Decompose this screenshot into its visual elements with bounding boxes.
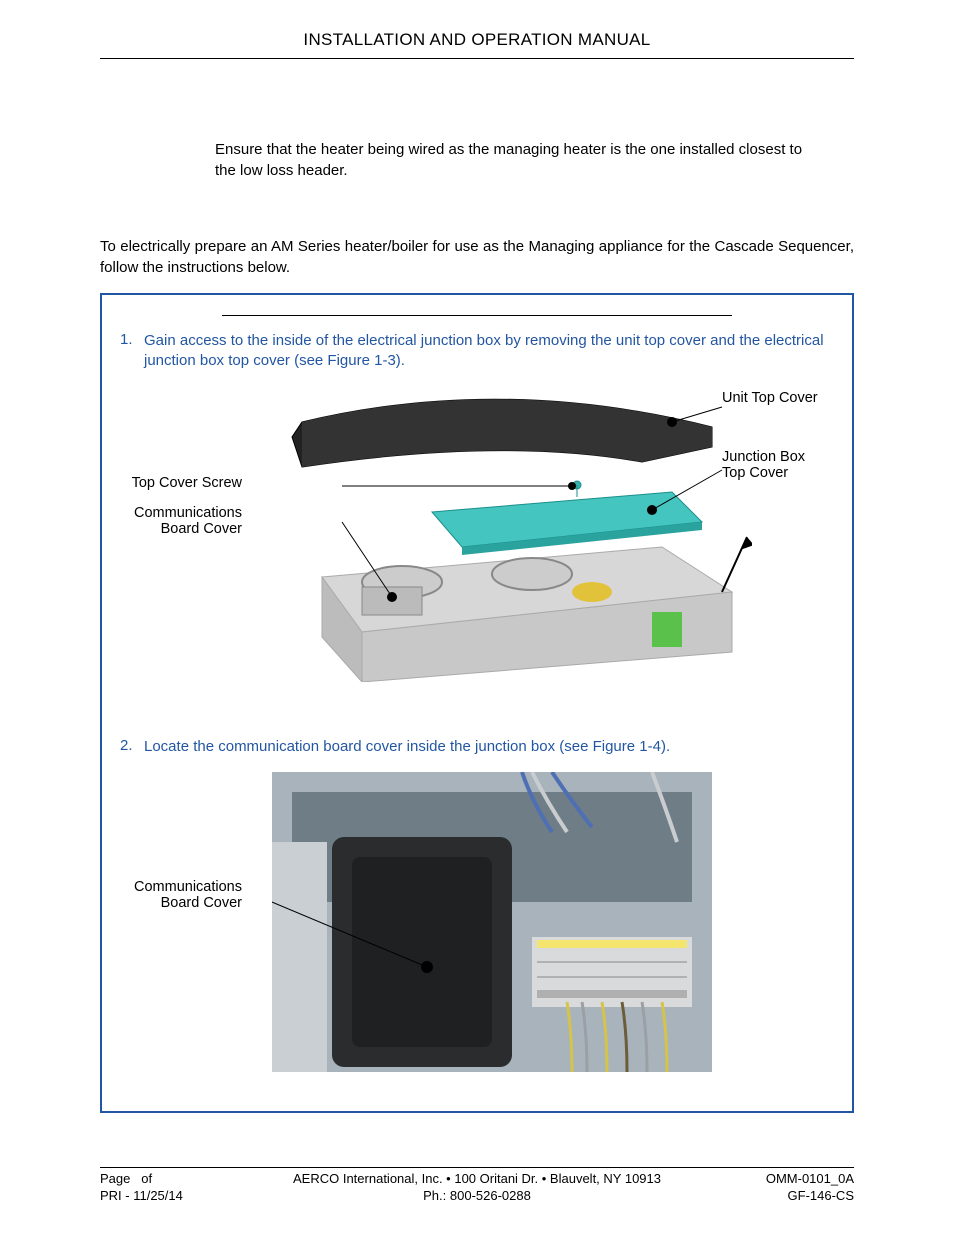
footer-left: Page of PRI - 11/25/14	[100, 1171, 240, 1205]
label-communications-board-cover-2: Communications Board Cover	[112, 879, 242, 912]
step-text: Gain access to the inside of the electri…	[144, 331, 834, 372]
step-2: 2. Locate the communication board cover …	[112, 737, 842, 757]
figure-1-4-svg	[272, 772, 712, 1072]
intro-paragraph: To electrically prepare an AM Series hea…	[100, 236, 854, 278]
label-unit-top-cover: Unit Top Cover	[722, 390, 842, 407]
footer-pri-date: PRI - 11/25/14	[100, 1188, 183, 1203]
step-number: 2.	[120, 737, 144, 757]
footer-doc-ref: GF-146-CS	[788, 1188, 854, 1203]
footer-right: OMM-0101_0A GF-146-CS	[714, 1171, 854, 1205]
note-text: Ensure that the heater being wired as th…	[215, 139, 804, 181]
step-1: 1. Gain access to the inside of the elec…	[112, 331, 842, 372]
footer-doc-no: OMM-0101_0A	[766, 1171, 854, 1186]
page-footer: Page of PRI - 11/25/14 AERCO Internation…	[100, 1167, 854, 1205]
instruction-box: 1. Gain access to the inside of the elec…	[100, 293, 854, 1113]
label-line2: Board Cover	[161, 521, 242, 537]
page-header-title: INSTALLATION AND OPERATION MANUAL	[100, 30, 854, 59]
rule-line	[222, 315, 732, 316]
label-top-cover-screw: Top Cover Screw	[112, 475, 242, 492]
label-line1: Junction Box	[722, 449, 805, 465]
footer-center: AERCO International, Inc. • 100 Oritani …	[240, 1171, 714, 1205]
label-junction-box-top-cover: Junction Box Top Cover	[722, 449, 842, 482]
footer-page-of: of	[141, 1171, 152, 1186]
label-line2: Board Cover	[161, 895, 242, 911]
label-communications-board-cover: Communications Board Cover	[112, 505, 242, 538]
label-line2: Top Cover	[722, 465, 788, 481]
figure-1-4: Communications Board Cover	[112, 767, 842, 1077]
label-line1: Communications	[134, 879, 242, 895]
label-line1: Communications	[134, 505, 242, 521]
figure-1-3-svg	[232, 382, 752, 682]
figure-1-3: Unit Top Cover Junction Box Top Cover To…	[112, 382, 842, 682]
footer-phone: Ph.: 800-526-0288	[423, 1188, 531, 1203]
footer-page-prefix: Page	[100, 1171, 130, 1186]
step-text: Locate the communication board cover ins…	[144, 737, 680, 757]
step-number: 1.	[120, 331, 144, 372]
footer-company: AERCO International, Inc. • 100 Oritani …	[293, 1171, 661, 1186]
